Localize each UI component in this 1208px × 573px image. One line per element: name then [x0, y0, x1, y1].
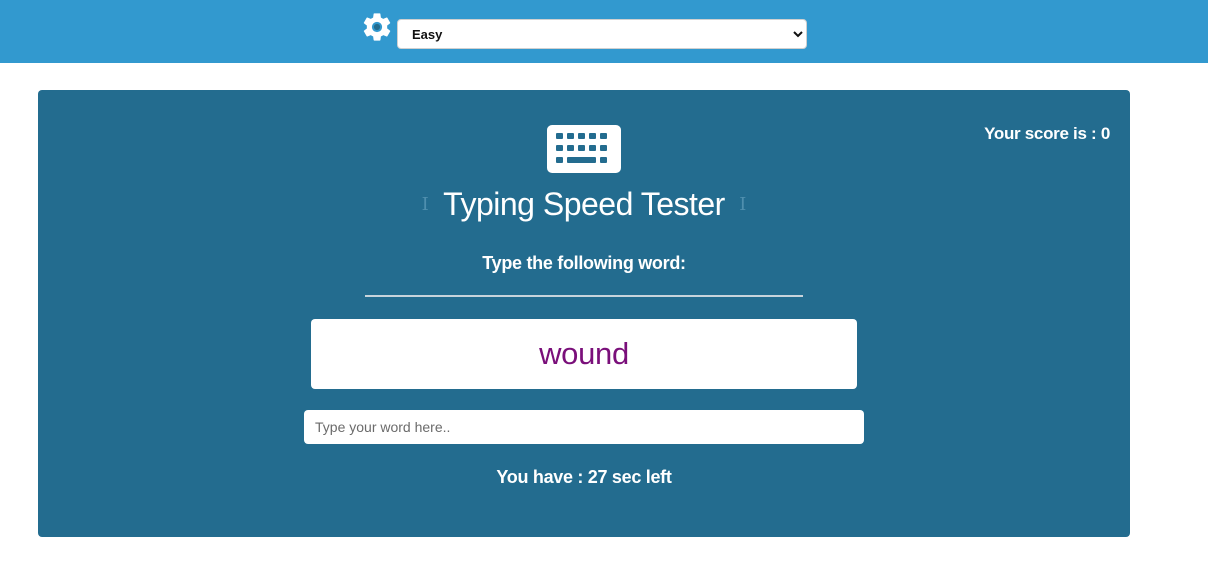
page-title: Typing Speed Tester: [443, 186, 725, 222]
current-word: wound: [539, 336, 629, 371]
instruction-text: Type the following word:: [482, 253, 686, 273]
divider: [365, 295, 803, 297]
timer-text: You have : 27 sec left: [496, 467, 672, 487]
word-display: wound: [311, 319, 857, 389]
typing-card: Your score is : 0 I Typing Speed Tester …: [38, 90, 1130, 537]
score-text: Your score is : 0: [984, 124, 1110, 143]
difficulty-select[interactable]: Easy: [397, 19, 807, 49]
gear-icon[interactable]: [360, 10, 394, 44]
text-cursor-icon-left: I: [421, 194, 429, 215]
top-bar: Easy: [0, 0, 1208, 63]
word-input[interactable]: [304, 410, 864, 444]
title-row: I Typing Speed Tester I: [38, 186, 1130, 230]
keyboard-icon: [547, 125, 621, 173]
text-cursor-icon-right: I: [739, 194, 747, 215]
